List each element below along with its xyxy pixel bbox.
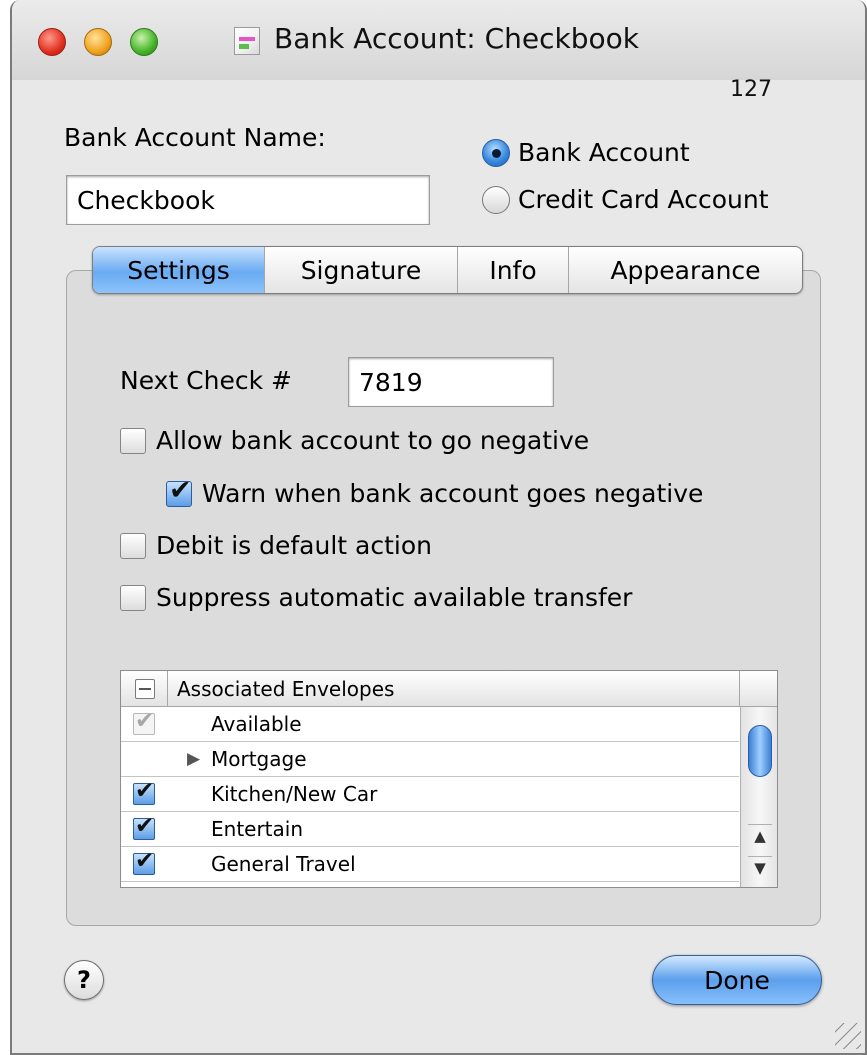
row-checkbox-disabled xyxy=(133,708,155,735)
list-item[interactable]: Kitchen/New Car xyxy=(121,777,739,812)
account-name-label: Bank Account Name: xyxy=(64,123,326,152)
radio-label: Bank Account xyxy=(518,138,690,167)
list-header: Associated Envelopes xyxy=(121,671,777,707)
window-title: Bank Account: Checkbook xyxy=(274,22,639,55)
tab-settings[interactable]: Settings xyxy=(93,247,265,293)
radio-bank-account[interactable]: Bank Account xyxy=(482,138,690,167)
tab-info[interactable]: Info xyxy=(458,247,569,293)
option-label: Allow bank account to go negative xyxy=(156,426,590,455)
tab-signature[interactable]: Signature xyxy=(265,247,458,293)
record-count: 127 xyxy=(730,77,772,102)
tab-appearance[interactable]: Appearance xyxy=(569,247,802,293)
resize-grip-icon[interactable] xyxy=(835,1023,861,1049)
row-checkbox-checked[interactable] xyxy=(133,848,155,875)
list-item[interactable]: Entertain xyxy=(121,812,739,847)
checkbox[interactable] xyxy=(120,532,146,559)
close-window-button[interactable] xyxy=(38,28,66,56)
row-label: Entertain xyxy=(211,817,304,841)
select-all-checkbox[interactable] xyxy=(135,679,155,699)
scroll-thumb[interactable] xyxy=(748,725,772,777)
list-item[interactable]: General Travel xyxy=(121,847,739,882)
scroll-up-arrow-icon[interactable]: ▲ xyxy=(748,824,772,846)
radio-credit-card-account[interactable]: Credit Card Account xyxy=(482,185,769,214)
option-label: Suppress automatic available transfer xyxy=(156,583,633,612)
zoom-window-button[interactable] xyxy=(130,28,158,56)
option-label: Debit is default action xyxy=(156,531,432,560)
disclosure-triangle-icon[interactable]: ▶ xyxy=(187,749,200,769)
checkbox-checked[interactable] xyxy=(166,475,192,507)
bank-account-window: Bank Account: Checkbook 127 Bank Account… xyxy=(10,0,867,1055)
row-checkbox-checked[interactable] xyxy=(133,813,155,840)
column-header-associated-envelopes[interactable]: Associated Envelopes xyxy=(177,677,394,701)
option-label: Warn when bank account goes negative xyxy=(202,479,704,508)
done-button[interactable]: Done xyxy=(652,955,822,1005)
list-item[interactable]: Available xyxy=(121,707,739,742)
radio-button[interactable] xyxy=(482,185,510,214)
next-check-field[interactable] xyxy=(348,357,554,407)
option-debit-default[interactable]: Debit is default action xyxy=(120,531,432,560)
row-label: Mortgage xyxy=(211,747,307,771)
document-icon xyxy=(234,27,260,55)
option-suppress-transfer[interactable]: Suppress automatic available transfer xyxy=(120,583,632,612)
row-checkbox-checked[interactable] xyxy=(133,778,155,805)
list-item[interactable]: ▶ Mortgage xyxy=(121,742,739,777)
radio-button-selected[interactable] xyxy=(482,138,510,167)
checkbox[interactable] xyxy=(120,584,146,611)
next-check-label: Next Check # xyxy=(120,366,292,395)
envelopes-list: Associated Envelopes Available ▶ Mortgag… xyxy=(120,670,778,888)
minimize-window-button[interactable] xyxy=(84,28,112,56)
title-bar[interactable]: Bank Account: Checkbook xyxy=(12,0,865,80)
tab-bar: Settings Signature Info Appearance xyxy=(92,246,803,294)
row-label: Kitchen/New Car xyxy=(211,782,378,806)
option-warn-negative[interactable]: Warn when bank account goes negative xyxy=(166,475,704,508)
column-divider xyxy=(739,671,740,707)
account-name-field[interactable] xyxy=(66,175,430,225)
scroll-down-arrow-icon[interactable]: ▼ xyxy=(748,856,772,878)
row-label: Available xyxy=(211,712,302,736)
radio-label: Credit Card Account xyxy=(518,185,769,214)
vertical-scrollbar[interactable]: ▲ ▼ xyxy=(740,707,777,887)
row-label: General Travel xyxy=(211,852,356,876)
option-allow-negative[interactable]: Allow bank account to go negative xyxy=(120,426,589,455)
column-divider xyxy=(167,671,168,707)
checkbox[interactable] xyxy=(120,427,146,454)
help-button[interactable]: ? xyxy=(64,960,104,1000)
